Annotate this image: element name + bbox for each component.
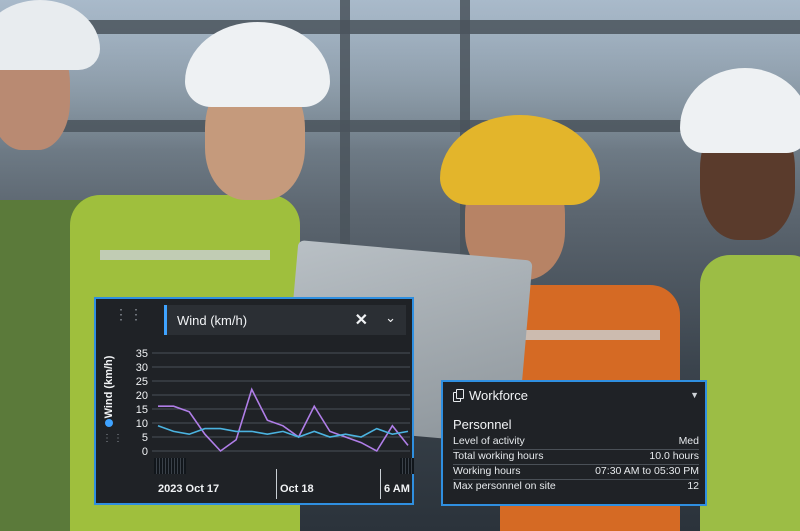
info-row-label: Total working hours	[453, 450, 544, 462]
info-row: Total working hours 10.0 hours	[453, 450, 699, 465]
close-icon[interactable]: ✕	[355, 310, 368, 330]
info-row-value: 10.0 hours	[649, 450, 699, 462]
series-selector-label: Wind (km/h)	[177, 312, 248, 328]
chevron-down-icon[interactable]: ⌄	[385, 310, 396, 326]
copy-icon	[453, 389, 465, 402]
info-row: Working hours 07:30 AM to 05:30 PM	[453, 465, 699, 480]
info-row-value: 12	[687, 480, 699, 492]
x-tick-label: 2023 Oct 17	[158, 483, 220, 495]
series-line-1	[157, 425, 409, 438]
workforce-widget[interactable]: Workforce ▼ Personnel Level of activity …	[441, 380, 707, 506]
info-row: Max personnel on site 12	[453, 480, 699, 495]
y-tick-label: 15	[136, 404, 148, 416]
building-beam	[0, 20, 800, 34]
y-tick-label: 10	[136, 418, 148, 430]
timeline-scroll-handle[interactable]	[400, 458, 414, 474]
x-tick-label: 6 AM	[384, 483, 410, 495]
series-line-0	[158, 387, 409, 453]
personnel-heading: Personnel	[453, 417, 512, 432]
info-row-value: Med	[678, 435, 699, 447]
y-tick-label: 25	[136, 376, 148, 388]
info-row: Level of activity Med	[453, 435, 699, 450]
wind-chart-widget[interactable]: ⋮⋮ Wind (km/h) ✕ ⌄ Wind (km/h) ⋮⋮ 35 30 25…	[94, 297, 414, 505]
info-row-label: Max personnel on site	[453, 480, 556, 492]
series-selector[interactable]: Wind (km/h) ✕ ⌄	[164, 305, 406, 335]
info-row-label: Working hours	[453, 465, 521, 477]
collapse-toggle-icon[interactable]: ▼	[690, 390, 699, 400]
x-tick-label: Oct 18	[280, 483, 314, 495]
y-tick-label: 5	[142, 432, 148, 444]
wind-line-chart: 35 30 25 20 15 10 5 0	[136, 348, 410, 458]
info-row-value: 07:30 AM to 05:30 PM	[595, 465, 699, 477]
y-tick-label: 20	[136, 390, 148, 402]
workforce-header[interactable]: Workforce	[453, 388, 528, 403]
timeline-scroll-handle[interactable]	[154, 458, 186, 474]
y-tick-label: 30	[136, 362, 148, 374]
legend-dot-icon	[105, 419, 113, 427]
y-tick-label: 0	[142, 446, 148, 458]
x-axis-day-divider	[276, 469, 277, 499]
y-tick-label: 35	[136, 348, 148, 360]
drag-handle-icon[interactable]: ⋮⋮	[114, 307, 144, 321]
workforce-title: Workforce	[469, 388, 528, 403]
info-row-label: Level of activity	[453, 435, 525, 447]
x-axis-day-divider	[380, 469, 381, 499]
